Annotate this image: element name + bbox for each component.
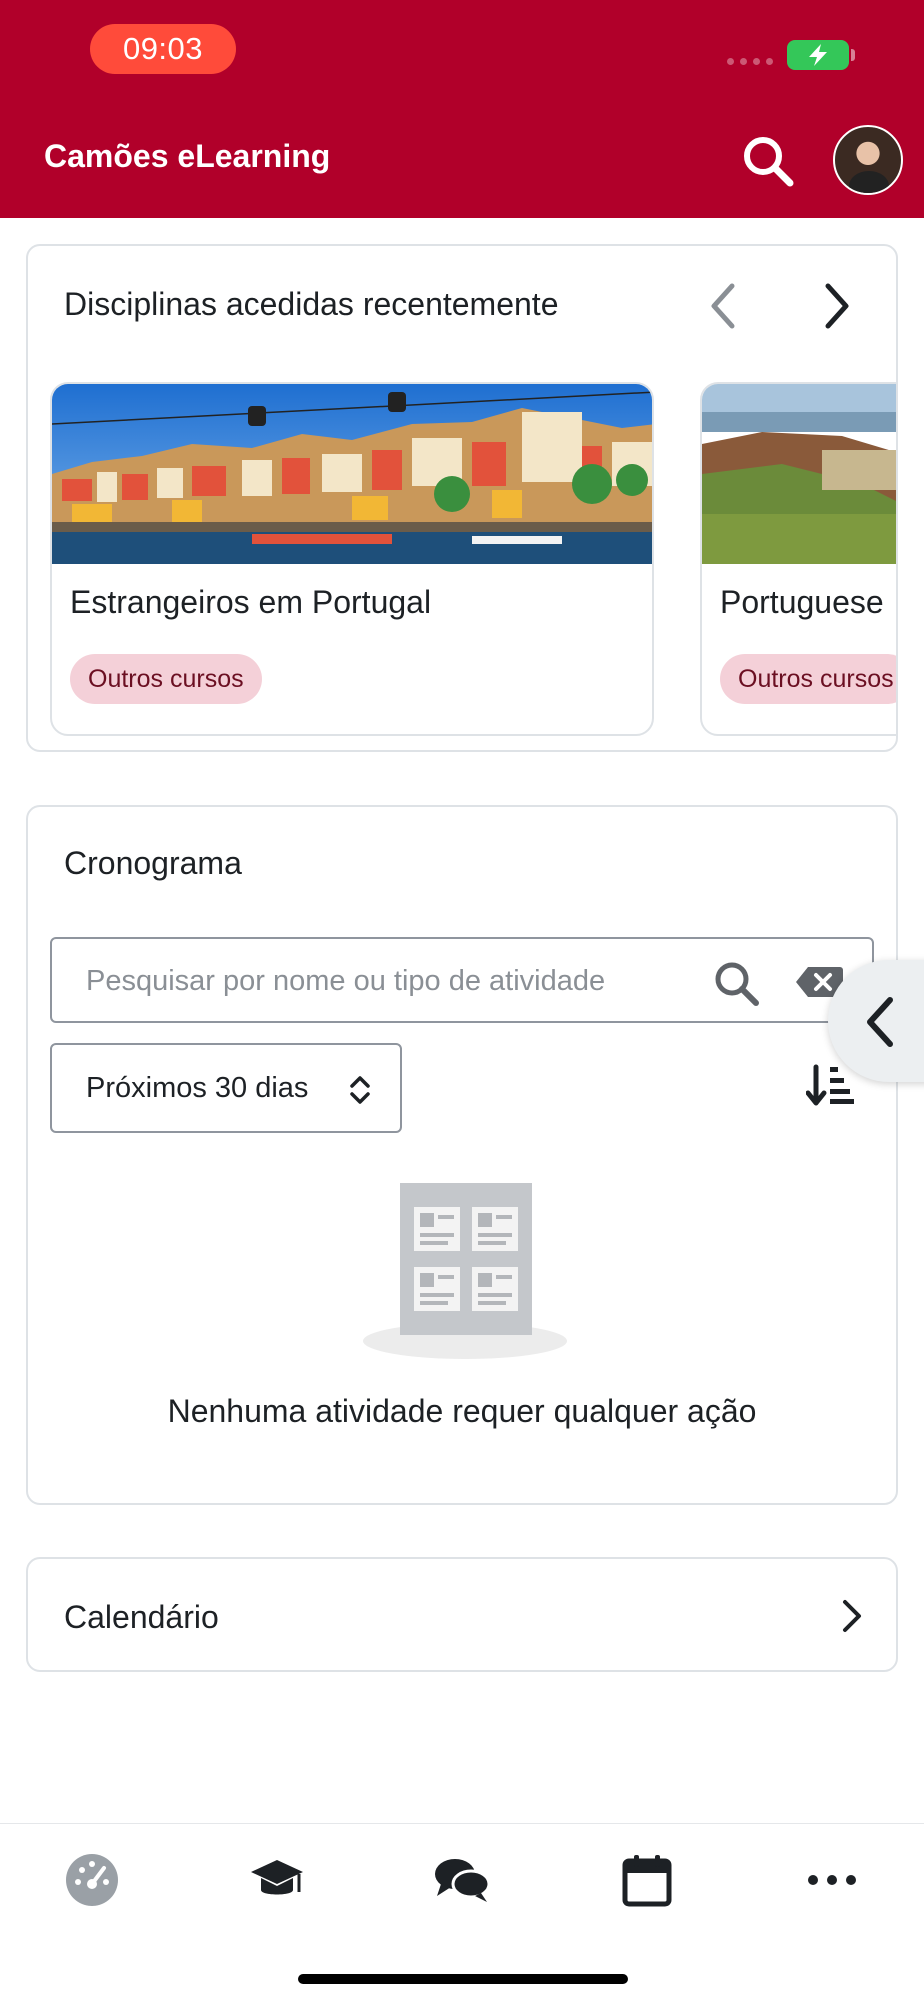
course-card[interactable]: Portuguese Outros cursos [700,382,896,736]
more-icon [808,1875,856,1885]
timeline-title: Cronograma [64,845,242,881]
dashboard-icon [66,1854,118,1906]
bottom-tab-bar [0,1823,924,2000]
tab-courses[interactable] [245,1850,309,1910]
calendar-link-card[interactable]: Calendário [26,1557,898,1672]
course-card[interactable]: Estrangeiros em Portugal Outros cursos [50,382,654,736]
chevron-updown-icon [350,1076,370,1104]
signal-icon [727,58,773,65]
tab-dashboard[interactable] [60,1850,124,1910]
empty-timeline-illustration [360,1183,570,1363]
course-category-badge: Outros cursos [70,654,262,704]
search-icon[interactable] [740,133,796,189]
battery-tip [851,49,855,61]
course-name: Estrangeiros em Portugal [70,584,432,620]
graduation-cap-icon [251,1860,303,1895]
battery-icon [787,40,849,70]
course-name: Portuguese [720,584,884,620]
course-category-badge: Outros cursos [720,654,896,704]
calendar-icon [622,1855,672,1907]
tab-calendar[interactable] [615,1850,679,1910]
timeline-search-input[interactable]: Pesquisar por nome ou tipo de atividade [50,937,874,1023]
timeline-card: Cronograma Pesquisar por nome ou tipo de… [26,805,898,1505]
recent-courses-title: Disciplinas acedidas recentemente [64,286,559,322]
tab-more[interactable] [800,1850,864,1910]
recent-courses-card: Disciplinas acedidas recentemente Estran… [26,244,898,752]
calendar-title: Calendário [64,1599,219,1635]
date-filter-value: Próximos 30 dias [86,1071,309,1104]
date-filter-select[interactable]: Próximos 30 dias [50,1043,402,1133]
status-time: 09:03 [90,24,236,74]
home-indicator [298,1974,628,1984]
search-icon[interactable] [712,959,760,1007]
course-image [52,384,652,564]
user-avatar[interactable] [833,125,903,195]
app-header: 09:03 Camões eLearning [0,0,924,218]
chevron-right-icon [843,1600,861,1632]
tab-messages[interactable] [430,1850,494,1910]
carousel-prev-button[interactable] [700,278,748,334]
sort-icon[interactable] [805,1063,854,1107]
app-title: Camões eLearning [44,138,331,174]
chevron-left-icon [867,997,893,1047]
messages-icon [435,1859,491,1902]
empty-timeline-message: Nenhuma atividade requer qualquer ação [167,1393,757,1429]
course-image [702,384,896,564]
search-placeholder: Pesquisar por nome ou tipo de atividade [86,965,606,997]
carousel-next-button[interactable] [812,278,860,334]
